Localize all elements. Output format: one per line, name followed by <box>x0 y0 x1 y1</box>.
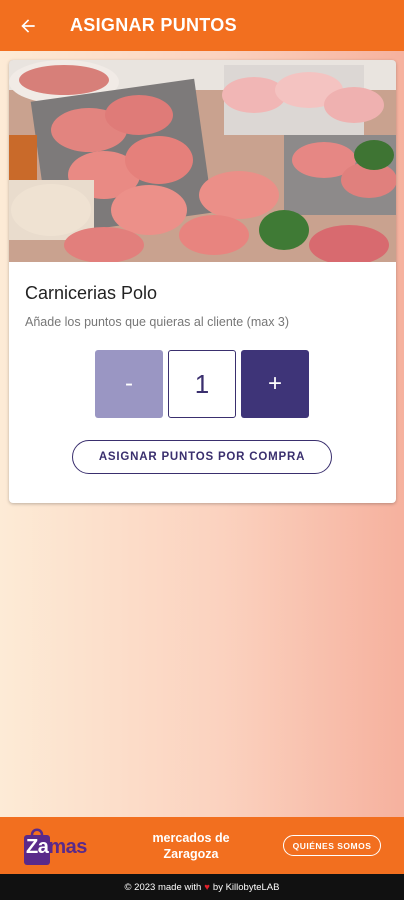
zamas-logo-text: Zamas <box>26 836 87 858</box>
assign-points-button[interactable]: ASIGNAR PUNTOS POR COMPRA <box>72 440 332 474</box>
points-stepper: - 1 + <box>95 350 309 418</box>
credits-suffix: by KillobyteLAB <box>212 881 280 893</box>
credits-bar: © 2023 made with ♥ by KillobyteLAB <box>0 874 404 900</box>
page-title: ASIGNAR PUNTOS <box>70 15 237 35</box>
decrement-button[interactable]: - <box>95 350 163 418</box>
heart-icon: ♥ <box>204 881 210 893</box>
arrow-left-icon <box>21 18 35 33</box>
shop-name: Carnicerias Polo <box>25 283 158 303</box>
footer-tagline: mercados de Zaragoza <box>152 831 230 861</box>
increment-button[interactable]: + <box>241 350 309 418</box>
points-quantity[interactable]: 1 <box>168 350 236 418</box>
meat-display-photo <box>9 60 396 262</box>
footer: Zamas mercados de Zaragoza QUIÉNES SOMOS <box>0 817 404 874</box>
back-button[interactable] <box>0 0 56 51</box>
app-bar: ASIGNAR PUNTOS <box>0 0 404 51</box>
credits-prefix: © 2023 made with <box>124 881 202 893</box>
points-hint: Añade los puntos que quieras al cliente … <box>25 315 290 329</box>
shop-card: Carnicerias Polo Añade los puntos que qu… <box>9 60 396 503</box>
about-us-button[interactable]: QUIÉNES SOMOS <box>283 835 381 856</box>
